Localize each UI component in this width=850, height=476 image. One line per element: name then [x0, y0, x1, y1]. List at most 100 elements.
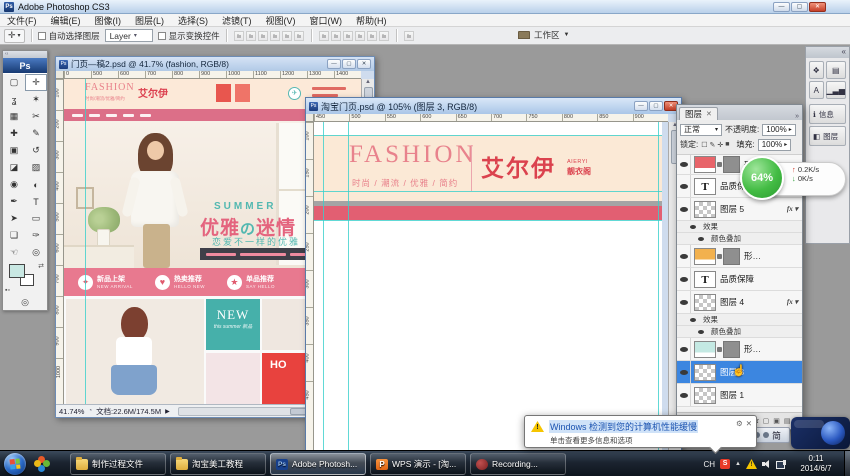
layer-row[interactable]: 形… — [677, 338, 802, 361]
menu-item[interactable]: 帮助(H) — [349, 14, 394, 27]
pinwheel-app-icon[interactable] — [34, 456, 50, 472]
doc1-minimize-button[interactable]: — — [327, 59, 341, 69]
minimize-button[interactable]: — — [773, 2, 790, 12]
visibility-eye-icon[interactable] — [677, 361, 691, 383]
show-desktop-button[interactable] — [844, 451, 850, 476]
lock-icons[interactable]: ☐✎✛■ — [701, 141, 729, 149]
layer-row[interactable]: 图层 1 — [677, 384, 802, 407]
doc1-restore-button[interactable]: ▢ — [342, 59, 356, 69]
visibility-eye-icon[interactable] — [687, 314, 699, 325]
ime-indicator[interactable]: CH — [703, 460, 715, 469]
eyedropper-tool[interactable]: ✑ — [25, 227, 47, 244]
close-tab-icon[interactable]: ✕ — [706, 110, 712, 118]
character-panel-icon[interactable]: A — [809, 81, 824, 99]
menu-item[interactable]: 图层(L) — [128, 14, 171, 27]
layer-thumbnail[interactable] — [694, 341, 716, 358]
doc1-zoom-level[interactable]: 41.74% — [59, 407, 84, 416]
magic-wand-tool[interactable]: ✶ — [25, 91, 47, 108]
shape-tool[interactable]: ▭ — [25, 210, 47, 227]
visibility-eye-icon[interactable] — [677, 198, 691, 220]
speed-ball[interactable]: 64% — [740, 156, 784, 200]
taskbar-button[interactable]: 制作过程文件 — [70, 453, 166, 475]
sogou-tray-icon[interactable]: S — [720, 459, 730, 469]
distribute-icon[interactable] — [355, 31, 365, 41]
layer-name[interactable]: 图层 5 — [720, 203, 744, 215]
action-center-warning-icon[interactable]: ! — [746, 459, 757, 469]
current-tool-badge[interactable]: ✛▾ — [4, 29, 25, 43]
visibility-eye-icon[interactable] — [695, 233, 707, 244]
lasso-tool[interactable]: ʓ — [3, 91, 25, 108]
layers-tab[interactable]: 图层✕ — [679, 107, 718, 120]
layer-row[interactable]: 颜色叠加 — [677, 233, 802, 245]
layer-mask-thumbnail[interactable] — [723, 341, 740, 358]
distribute-icon[interactable] — [367, 31, 377, 41]
windows-notification-balloon[interactable]: ! Windows 检测到您的计算机性能缓慢 单击查看更多信息和选项 ⚙ ✕ — [524, 415, 757, 448]
quick-mask-button[interactable]: ◎ — [3, 295, 47, 310]
layer-row[interactable]: 品质保障 — [677, 268, 802, 291]
opacity-value[interactable]: 100%▸ — [762, 124, 795, 136]
clone-stamp-tool[interactable]: ▣ — [3, 142, 25, 159]
move-tool[interactable]: ✛ — [25, 74, 47, 91]
network-icon[interactable] — [776, 460, 786, 469]
gradient-tool[interactable]: ▨ — [25, 159, 47, 176]
panel-collapse-icon[interactable]: » — [795, 113, 799, 120]
hidden-icons-chevron[interactable]: ▲ — [735, 461, 741, 467]
taskbar-button[interactable]: 淘宝美工教程 — [170, 453, 266, 475]
taskbar-clock[interactable]: 0:11 2014/6/7 — [790, 454, 842, 474]
taskbar-button[interactable]: Recording... — [470, 453, 566, 475]
menu-item[interactable]: 滤镜(T) — [215, 14, 259, 27]
menu-item[interactable]: 选择(S) — [171, 14, 215, 27]
visibility-eye-icon[interactable] — [677, 291, 691, 313]
align-icon[interactable] — [294, 31, 304, 41]
visibility-eye-icon[interactable] — [677, 155, 691, 174]
ime-punct-icon[interactable] — [763, 432, 769, 438]
layer-name[interactable]: 效果 — [703, 314, 718, 325]
layer-mode-select[interactable]: Layer▾ — [105, 29, 153, 42]
taskbar-button[interactable]: Adobe Photosh... — [270, 453, 366, 475]
blur-tool[interactable]: ◉ — [3, 176, 25, 193]
pen-tool[interactable]: ✒ — [3, 193, 25, 210]
visibility-eye-icon[interactable] — [677, 175, 691, 197]
layer-name[interactable]: 颜色叠加 — [711, 233, 741, 244]
layer-name[interactable]: 图层 1 — [720, 389, 744, 401]
align-icon[interactable] — [282, 31, 292, 41]
status-flyout-icon[interactable]: ▶ — [165, 408, 170, 415]
layer-mask-thumbnail[interactable] — [723, 156, 740, 173]
align-icon[interactable] — [234, 31, 244, 41]
doc1-title-bar[interactable]: Ps 门页—稿2.psd @ 41.7% (fashion, RGB/8) — … — [56, 57, 374, 71]
menu-item[interactable]: 视图(V) — [259, 14, 303, 27]
visibility-eye-icon[interactable] — [695, 326, 707, 337]
notes-tool[interactable]: ❏ — [3, 227, 25, 244]
new-layer-icon[interactable]: ▤ — [784, 417, 791, 425]
visibility-eye-icon[interactable] — [677, 338, 691, 360]
layer-thumbnail[interactable] — [694, 294, 716, 311]
rect-marquee-tool[interactable]: ▢ — [3, 74, 25, 91]
zoom-tool[interactable]: ◎ — [25, 244, 47, 261]
troubleshoot-icon[interactable]: ⚙ — [736, 419, 743, 428]
auto-select-checkbox[interactable] — [38, 32, 46, 40]
menu-item[interactable]: 图像(I) — [88, 14, 129, 27]
show-transform-checkbox[interactable] — [158, 32, 166, 40]
close-button[interactable]: ✕ — [809, 2, 826, 12]
auto-align-icon[interactable] — [404, 31, 414, 41]
layer-thumbnail[interactable] — [694, 387, 716, 404]
doc1-close-button[interactable]: ✕ — [357, 59, 371, 69]
layer-thumbnail[interactable] — [694, 271, 716, 288]
distribute-icon[interactable] — [331, 31, 341, 41]
info-panel-button[interactable]: ℹ 信息 — [809, 104, 846, 124]
default-colors-icon[interactable]: ▪▫ — [5, 287, 10, 294]
hand-tool[interactable]: ☜ — [3, 244, 25, 261]
fx-badge-icon[interactable] — [787, 298, 798, 306]
healing-brush-tool[interactable]: ✚ — [3, 125, 25, 142]
swap-colors-icon[interactable]: ⇄ — [38, 262, 44, 270]
balloon-close-icon[interactable]: ✕ — [746, 419, 752, 428]
layer-row[interactable]: 效果 — [677, 221, 802, 233]
slice-tool[interactable]: ✂ — [25, 108, 47, 125]
distribute-icon[interactable] — [343, 31, 353, 41]
layer-name[interactable]: 形… — [744, 250, 761, 262]
recorder-float-widget[interactable] — [791, 417, 850, 449]
align-icon[interactable] — [270, 31, 280, 41]
layer-row[interactable]: 图层 4 — [677, 291, 802, 314]
layer-thumbnail[interactable] — [694, 248, 716, 265]
type-tool[interactable]: T — [25, 193, 47, 210]
